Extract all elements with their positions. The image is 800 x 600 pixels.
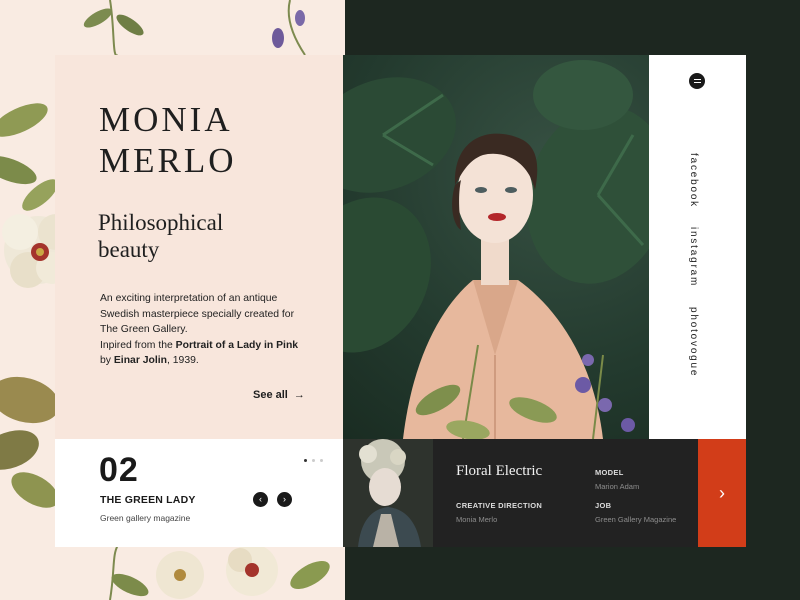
description-line-1: An exciting interpretation of an antique: [100, 293, 278, 304]
brand-line-1: MONIA: [99, 100, 233, 139]
feature-title: Floral Electric: [456, 463, 543, 479]
artwork-title: Portrait of a Lady in Pink: [175, 339, 299, 351]
social-link-instagram[interactable]: instagram: [688, 227, 699, 287]
model-label: MODEL: [595, 468, 624, 477]
pagination-dot[interactable]: [320, 459, 323, 462]
portrait-illustration: [343, 60, 649, 439]
social-link-photovogue[interactable]: photovogue: [688, 307, 699, 377]
artist-name: Einar Jolin: [113, 355, 167, 366]
brand-line-2: MERLO: [99, 141, 237, 180]
feature-info: Floral Electric MODEL Marion Adam CREATI…: [433, 439, 698, 547]
description-line-4: Inpired from the Portrait of a Lady in P…: [100, 338, 310, 354]
description-text: Inpired from the: [100, 339, 176, 351]
description-line-5: by Einar Jolin, 1939.: [100, 353, 310, 369]
description: An exciting interpretation of an antique…: [100, 291, 310, 369]
pagination-dots: [304, 459, 323, 462]
chevron-right-icon: ›: [719, 482, 725, 503]
page-heading: Philosophical beauty: [98, 209, 223, 263]
job-label: JOB: [595, 501, 612, 510]
see-all-label: See all: [253, 389, 288, 401]
creative-direction-value: Monia Merlo: [456, 515, 498, 524]
chevron-right-icon: ›: [283, 494, 286, 504]
model-value: Marion Adam: [595, 482, 640, 491]
social-link-facebook[interactable]: facebook: [688, 153, 699, 208]
thumbnail-illustration: [343, 439, 433, 547]
heading-line-1: Philosophical: [98, 210, 224, 235]
pagination-dot[interactable]: [312, 459, 315, 462]
next-feature-button[interactable]: ›: [698, 439, 746, 547]
pagination-dot[interactable]: [304, 459, 307, 462]
arrow-right-icon: →: [293, 389, 305, 401]
feature-thumbnail[interactable]: [343, 439, 433, 547]
menu-icon[interactable]: [689, 73, 705, 89]
description-text: , 1939.: [167, 355, 199, 366]
slide-number: 02: [99, 451, 139, 489]
slide-title: THE GREEN LADY: [100, 494, 196, 506]
heading-line-2: beauty: [98, 237, 160, 262]
creative-direction-label: CREATIVE DIRECTION: [456, 501, 543, 510]
description-line-2: Swedish masterpiece specially created fo…: [100, 308, 295, 320]
description-text: by: [100, 355, 114, 366]
next-button[interactable]: ›: [277, 492, 292, 507]
chevron-left-icon: ‹: [259, 494, 262, 504]
brand-logo[interactable]: MONIA MERLO: [99, 99, 237, 181]
intro-card: MONIA MERLO Philosophical beauty An exci…: [55, 55, 343, 439]
description-line-3: The Green Gallery.: [100, 324, 188, 335]
job-value: Green Gallery Magazine: [595, 515, 677, 524]
slider-card: 02 THE GREEN LADY Green gallery magazine…: [55, 439, 343, 547]
see-all-link[interactable]: See all →: [253, 389, 305, 401]
prev-button[interactable]: ‹: [253, 492, 268, 507]
social-sidebar: facebook instagram photovogue: [649, 55, 746, 439]
hero-photo: [343, 55, 649, 439]
slide-subtitle: Green gallery magazine: [100, 513, 191, 523]
